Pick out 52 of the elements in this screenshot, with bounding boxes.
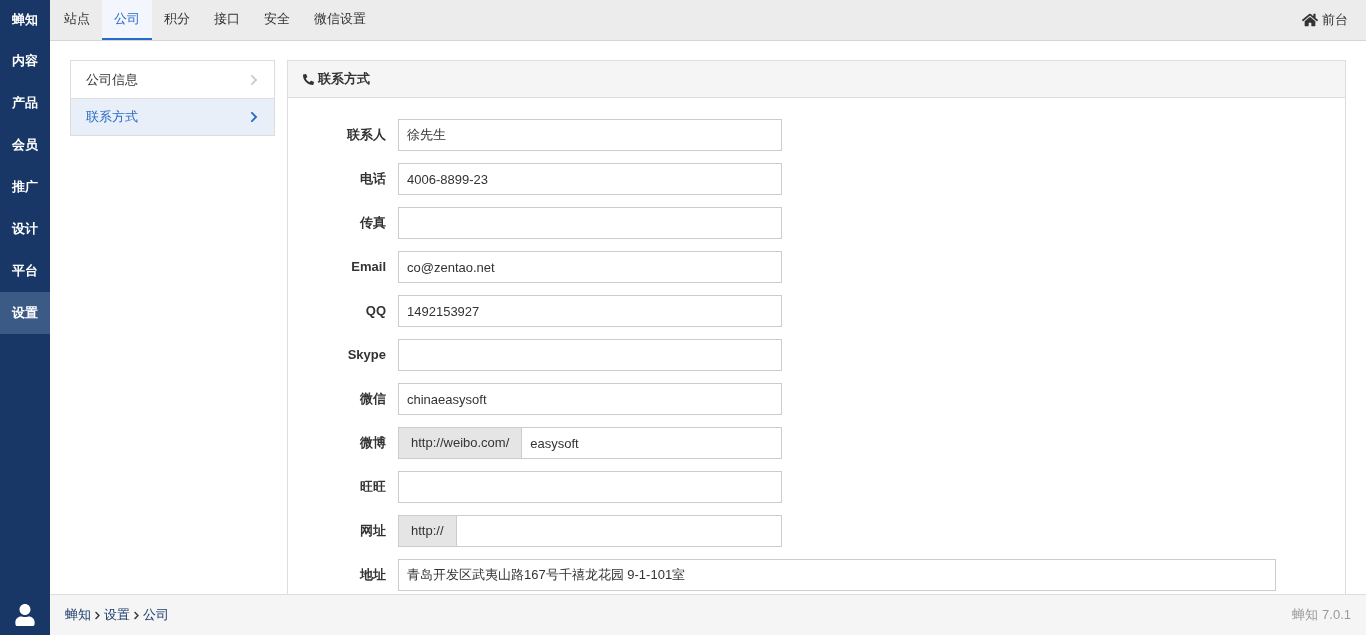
- nav-tab[interactable]: 公司: [102, 0, 152, 40]
- nav-tab[interactable]: 积分: [152, 0, 202, 40]
- home-icon: [1302, 12, 1318, 28]
- input-field[interactable]: 徐先生: [398, 119, 782, 151]
- field-label: 旺旺: [359, 478, 387, 497]
- nav-tab[interactable]: 安全: [252, 0, 302, 40]
- field-label: 电话: [359, 170, 387, 189]
- phone-icon: [303, 73, 314, 85]
- breadcrumb-link[interactable]: 公司: [143, 605, 169, 625]
- field-label: 网址: [359, 522, 387, 541]
- sidebar-item[interactable]: 内容: [0, 40, 50, 82]
- breadcrumb-link[interactable]: 设置: [104, 605, 130, 625]
- input-field[interactable]: 4006-8899-23: [398, 163, 782, 195]
- input-field[interactable]: 1492153927: [398, 295, 782, 327]
- input-prefix: http://weibo.com/: [398, 427, 523, 459]
- field-label: 联系人: [346, 126, 387, 145]
- sidebar-item[interactable]: 推广: [0, 166, 50, 208]
- sidebar-item[interactable]: 平台: [0, 250, 50, 292]
- input-field[interactable]: chinaeasysoft: [398, 383, 782, 415]
- panel-title: 联系方式: [318, 70, 370, 89]
- version-text: 蝉知 7.0.1: [1292, 606, 1351, 625]
- chevron-icon: [249, 111, 259, 123]
- sidebar-item[interactable]: 设置: [0, 292, 50, 334]
- input-prefix: http://: [398, 515, 457, 547]
- nav-tab[interactable]: 微信设置: [302, 0, 378, 40]
- front-link[interactable]: 前台: [1302, 0, 1364, 40]
- input-field[interactable]: co@zentao.net: [398, 251, 782, 283]
- breadcrumb-link[interactable]: 蝉知: [65, 605, 91, 625]
- input-field[interactable]: [398, 207, 782, 239]
- field-label: 微博: [359, 434, 387, 453]
- sidebar-item[interactable]: 会员: [0, 124, 50, 166]
- input-field[interactable]: [398, 339, 782, 371]
- nav-tab[interactable]: 站点: [52, 0, 102, 40]
- sidebar-item[interactable]: 设计: [0, 208, 50, 250]
- input-field[interactable]: [398, 471, 782, 503]
- separator-icon: [133, 610, 140, 620]
- user-icon[interactable]: [14, 603, 36, 626]
- sidebar-item[interactable]: 产品: [0, 82, 50, 124]
- field-label: 地址: [358, 566, 387, 585]
- field-label: 微信: [359, 390, 387, 409]
- input-field[interactable]: 青岛开发区武夷山路167号千禧龙花园 9-1-101室: [398, 559, 1276, 591]
- field-label: QQ: [364, 302, 387, 321]
- field-label: Email: [350, 258, 387, 277]
- field-label: 传真: [358, 214, 387, 233]
- chevron-icon: [249, 73, 259, 86]
- input-field[interactable]: easysoft: [522, 427, 782, 459]
- logo[interactable]: 蝉知: [0, 0, 50, 40]
- separator-icon: [94, 610, 101, 620]
- input-field[interactable]: [456, 515, 782, 547]
- field-label: Skype: [346, 346, 387, 365]
- menu-item[interactable]: 联系方式: [71, 98, 274, 135]
- nav-tab[interactable]: 接口: [202, 0, 252, 40]
